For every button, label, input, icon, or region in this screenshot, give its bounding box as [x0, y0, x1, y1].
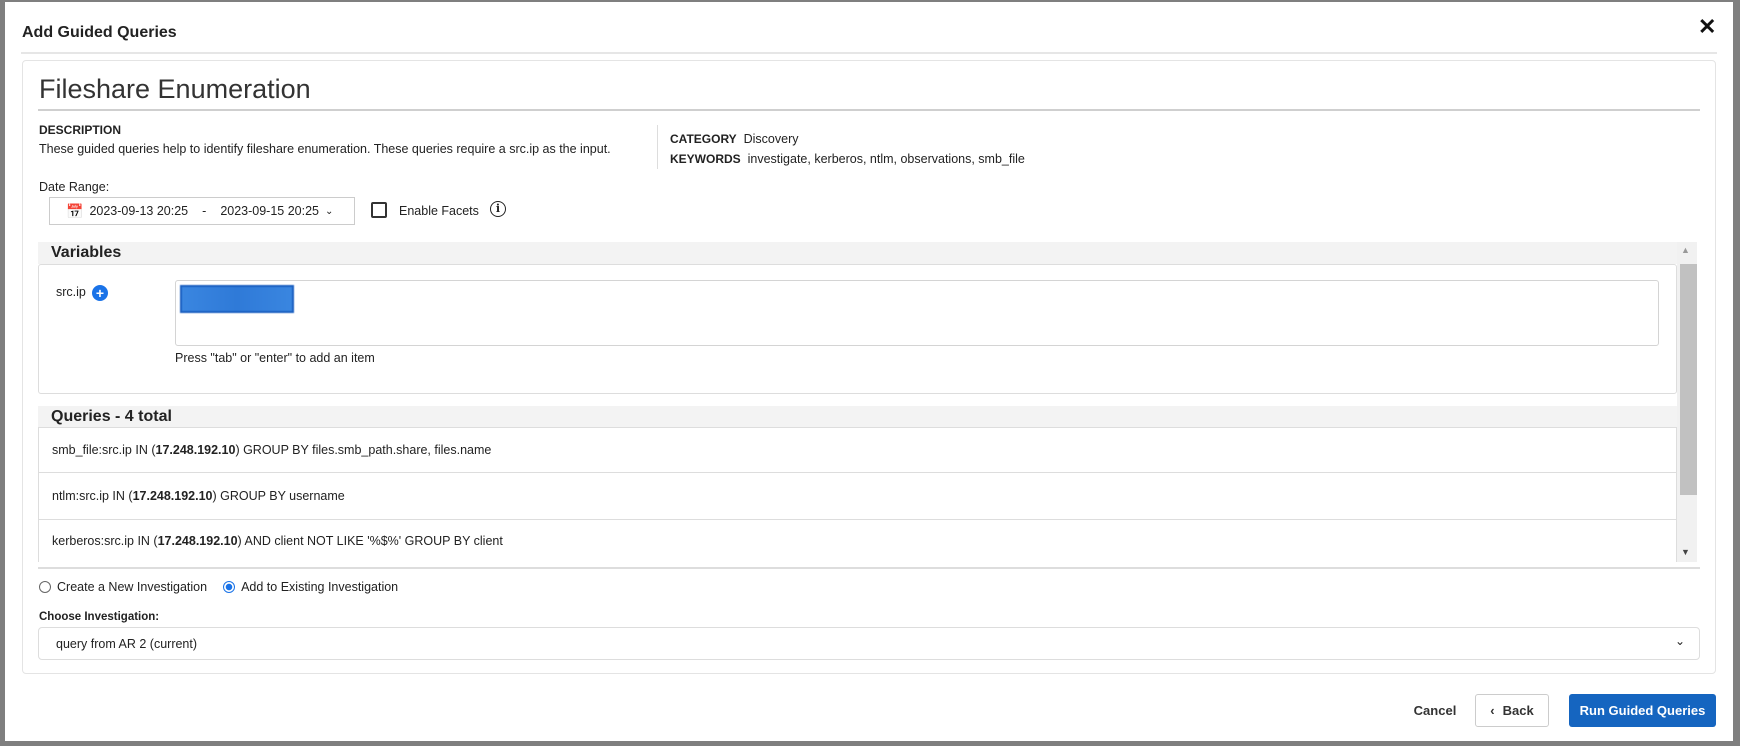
radio-new-label: Create a New Investigation	[57, 580, 208, 594]
query-row: smb_file:src.ip IN ( 17.248.192.10 ) GRO…	[38, 428, 1677, 473]
input-hint: Press "tab" or "enter" to add an item	[175, 351, 375, 365]
query-title: Fileshare Enumeration	[39, 74, 311, 104]
dialog-title: Add Guided Queries	[22, 24, 177, 41]
chevron-down-icon: ⌄	[325, 205, 334, 217]
query-ip: 17.248.192.10	[132, 489, 213, 503]
chevron-down-icon: ⌄	[1674, 634, 1685, 648]
back-label: Back	[1502, 703, 1534, 718]
query-text: ntlm:src.ip IN (	[52, 489, 133, 503]
chevron-left-icon: ‹	[1490, 703, 1495, 718]
keywords-row: KEYWORDS investigate, kerberos, ntlm, ob…	[670, 152, 1025, 166]
query-ip: 17.248.192.10	[157, 534, 238, 548]
scroll-down-icon[interactable]: ▼	[1681, 547, 1690, 557]
date-end: 2023-09-15 20:25	[220, 204, 320, 218]
variables-header: Variables	[38, 242, 1677, 264]
radio-existing-investigation[interactable]	[223, 581, 236, 593]
query-ip: 17.248.192.10	[155, 443, 236, 457]
enable-facets-checkbox[interactable]	[371, 202, 387, 218]
run-guided-queries-button[interactable]: Run Guided Queries	[1569, 694, 1716, 727]
scrollbar-thumb[interactable]	[1680, 264, 1697, 495]
date-range-label: Date Range:	[39, 180, 110, 194]
add-variable-icon[interactable]: +	[92, 285, 108, 301]
close-icon[interactable]: ✕	[1698, 14, 1716, 40]
category-label: CATEGORY	[670, 132, 737, 146]
calendar-icon: 📅	[66, 202, 84, 219]
info-icon[interactable]: i	[490, 201, 506, 217]
scroll-up-icon[interactable]: ▲	[1681, 245, 1690, 255]
queries-header: Queries - 4 total	[38, 406, 1677, 428]
radio-new-investigation[interactable]	[39, 581, 51, 593]
query-text: ) GROUP BY username	[212, 489, 345, 503]
category-row: CATEGORY Discovery	[670, 132, 799, 146]
title-divider	[38, 109, 1700, 111]
query-text: kerberos:src.ip IN (	[52, 534, 158, 548]
cancel-button[interactable]: Cancel	[1400, 694, 1470, 727]
query-text: ) GROUP BY files.smb_path.share, files.n…	[235, 443, 492, 457]
variable-name: src.ip	[56, 285, 86, 299]
radio-existing-label: Add to Existing Investigation	[241, 580, 399, 594]
keywords-label: KEYWORDS	[670, 152, 741, 166]
date-range-picker[interactable]: 📅 2023-09-13 20:25 - 2023-09-15 20:25 ⌄	[49, 197, 355, 225]
query-row: ntlm:src.ip IN ( 17.248.192.10 ) GROUP B…	[38, 473, 1677, 520]
enable-facets-label: Enable Facets	[399, 204, 479, 218]
description-label: DESCRIPTION	[39, 123, 122, 137]
date-start: 2023-09-13 20:25	[89, 204, 189, 218]
investigation-value: query from AR 2 (current)	[56, 636, 198, 651]
query-row: kerberos:src.ip IN ( 17.248.192.10 ) AND…	[38, 520, 1677, 562]
add-guided-queries-dialog: Add Guided Queries ✕ Fileshare Enumerati…	[5, 2, 1733, 741]
queries-divider	[38, 567, 1700, 569]
investigation-select[interactable]: query from AR 2 (current) ⌄	[38, 627, 1700, 660]
category-value: Discovery	[743, 132, 799, 146]
query-text: smb_file:src.ip IN (	[52, 443, 156, 457]
ip-chip-redacted[interactable]	[180, 285, 294, 313]
query-text: ) AND client NOT LIKE '%$%' GROUP BY cli…	[237, 534, 503, 548]
src-ip-input[interactable]	[175, 280, 1659, 346]
keywords-value: investigate, kerberos, ntlm, observation…	[747, 152, 1025, 166]
back-button[interactable]: ‹ Back	[1475, 694, 1549, 727]
choose-investigation-label: Choose Investigation:	[39, 611, 160, 623]
investigation-options: Create a New Investigation Add to Existi…	[39, 580, 398, 594]
description-text: These guided queries help to identify fi…	[39, 142, 611, 156]
meta-divider	[657, 125, 658, 169]
header-divider	[21, 52, 1717, 54]
date-separator: -	[202, 204, 207, 218]
